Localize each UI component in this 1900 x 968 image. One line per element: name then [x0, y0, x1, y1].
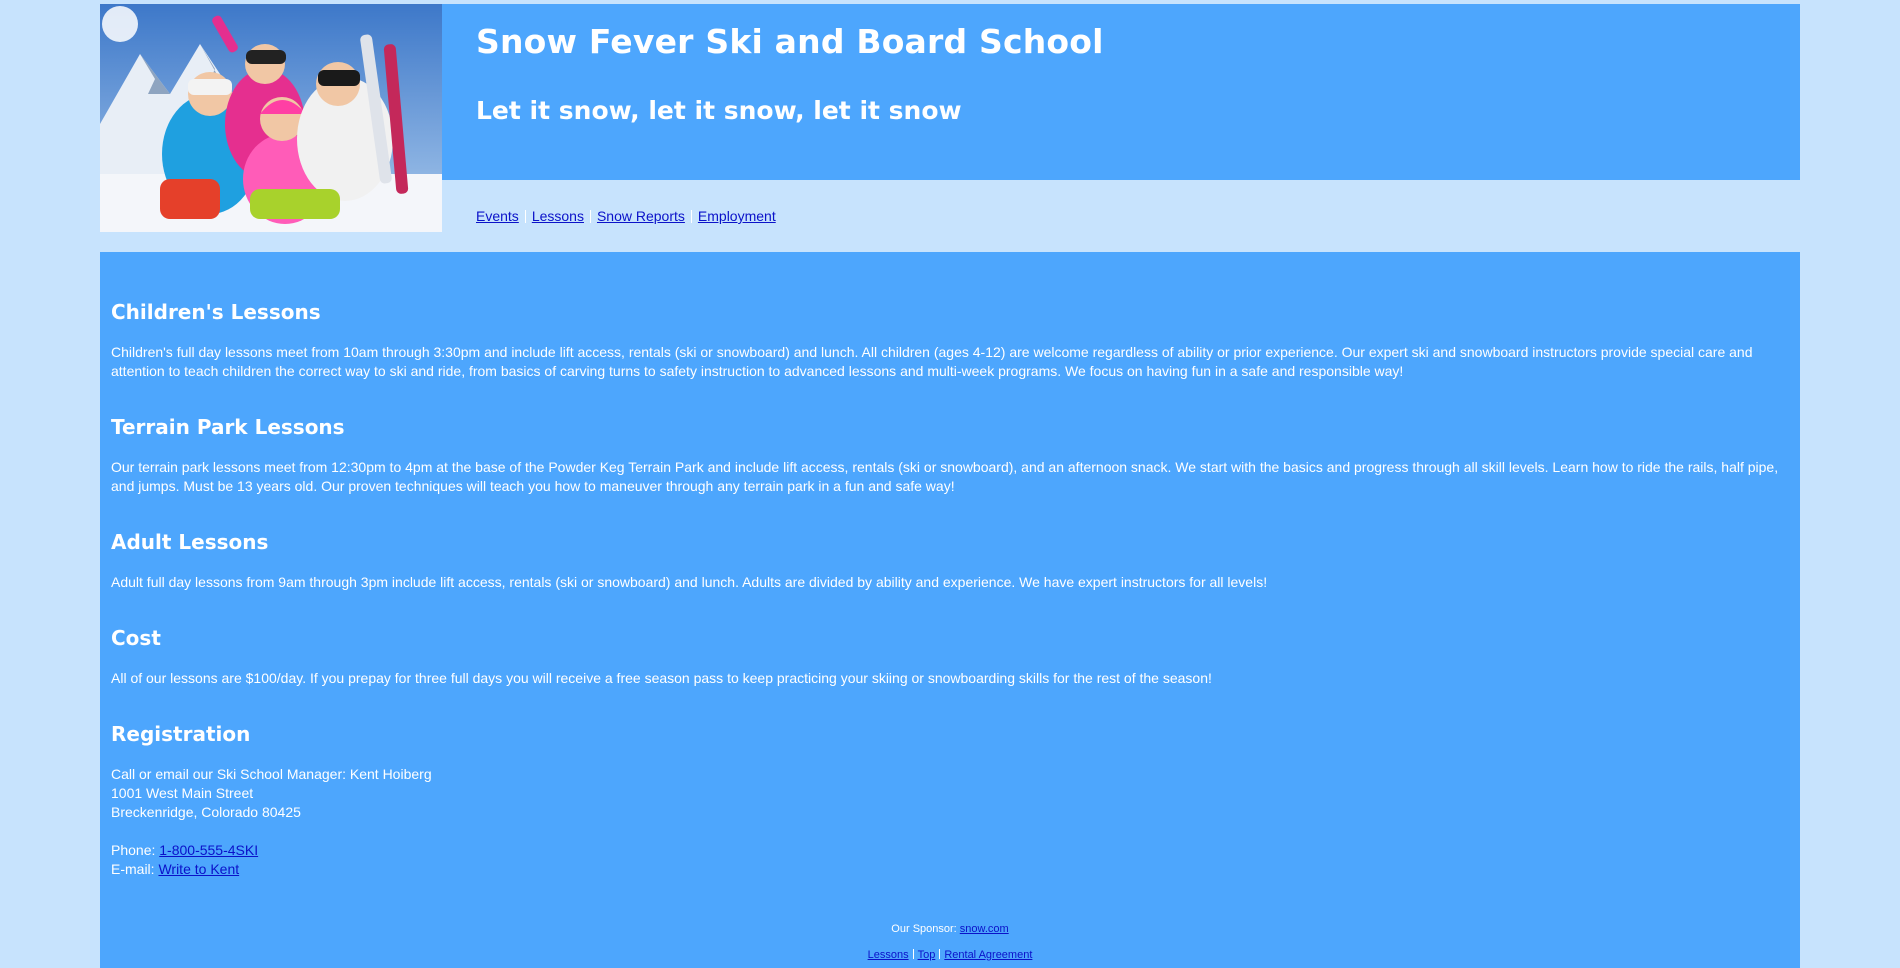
text-adult-lessons: Adult full day lessons from 9am through … — [111, 574, 1268, 590]
text-terrain-park-lessons: Our terrain park lessons meet from 12:30… — [111, 459, 1779, 494]
header-banner: Snow Fever Ski and Board School Let it s… — [442, 4, 1800, 180]
footer-sponsor: Our Sponsor: snow.com — [100, 923, 1800, 935]
nav-separator — [690, 210, 692, 223]
nav-link-snow-reports[interactable]: Snow Reports — [597, 208, 685, 224]
sponsor-label: Our Sponsor: — [891, 923, 960, 935]
registration-street: 1001 West Main Street — [111, 785, 254, 801]
text-childrens-lessons: Children's full day lessons meet from 10… — [111, 344, 1753, 379]
email-line: E-mail: Write to Kent — [111, 860, 1791, 879]
registration-contact-line: Call or email our Ski School Manager: Ke… — [111, 766, 432, 782]
footer-link-lessons[interactable]: Lessons — [868, 949, 909, 961]
heading-adult-lessons: Adult Lessons — [111, 530, 269, 554]
footer-link-rental-agreement[interactable]: Rental Agreement — [944, 949, 1032, 961]
email-label: E-mail: — [111, 861, 159, 877]
footer-link-top[interactable]: Top — [918, 949, 936, 961]
nav-link-events[interactable]: Events — [476, 208, 519, 224]
text-cost: All of our lessons are $100/day. If you … — [111, 670, 1212, 686]
registration-city: Breckenridge, Colorado 80425 — [111, 804, 301, 820]
nav-separator — [589, 210, 591, 223]
site-tagline: Let it snow, let it snow, let it snow — [476, 96, 962, 125]
footer-separator — [939, 949, 941, 959]
sponsor-link[interactable]: snow.com — [960, 923, 1009, 935]
main-content: Children's Lessons Children's full day l… — [100, 252, 1800, 968]
header-photo-family-skiing — [100, 4, 442, 232]
site-header: Snow Fever Ski and Board School Let it s… — [100, 4, 1800, 232]
heading-cost: Cost — [111, 626, 161, 650]
footer-nav: Lessons Top Rental Agreement — [100, 949, 1800, 961]
registration-details: Call or email our Ski School Manager: Ke… — [111, 765, 1791, 879]
phone-link[interactable]: 1-800-555-4SKI — [159, 842, 258, 858]
nav-link-employment[interactable]: Employment — [698, 208, 776, 224]
phone-label: Phone: — [111, 842, 160, 858]
page-wrapper: Snow Fever Ski and Board School Let it s… — [100, 4, 1800, 968]
site-title: Snow Fever Ski and Board School — [476, 22, 1104, 61]
main-nav: Events Lessons Snow Reports Employment — [476, 208, 776, 224]
nav-separator — [524, 210, 526, 223]
heading-childrens-lessons: Children's Lessons — [111, 300, 321, 324]
footer-separator — [912, 949, 914, 959]
phone-line: Phone: 1-800-555-4SKI — [111, 841, 1791, 860]
nav-link-lessons[interactable]: Lessons — [532, 208, 584, 224]
heading-registration: Registration — [111, 722, 251, 746]
heading-terrain-park-lessons: Terrain Park Lessons — [111, 415, 345, 439]
email-link[interactable]: Write to Kent — [158, 861, 239, 877]
